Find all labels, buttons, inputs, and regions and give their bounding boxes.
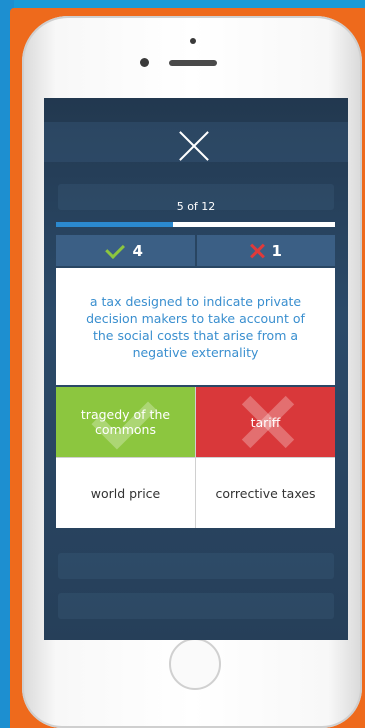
check-icon bbox=[104, 239, 125, 259]
wrong-count: 1 bbox=[271, 241, 282, 260]
x-icon bbox=[250, 244, 264, 258]
front-camera bbox=[140, 58, 149, 67]
answer-option-3[interactable]: world price bbox=[56, 458, 195, 528]
correct-count: 4 bbox=[132, 241, 143, 260]
progress-label: 5 of 12 bbox=[176, 200, 216, 213]
answer-label: world price bbox=[90, 485, 161, 501]
close-icon[interactable] bbox=[178, 130, 210, 162]
answer-option-1[interactable]: tragedy of the commons bbox=[56, 387, 195, 457]
wrong-score: 1 bbox=[196, 235, 335, 266]
correct-score: 4 bbox=[56, 235, 195, 266]
answer-label: tariff bbox=[250, 414, 281, 430]
app-screen: 5 of 12 4 1 a tax designed to indicate p… bbox=[44, 98, 348, 640]
answer-label: tragedy of the commons bbox=[80, 407, 171, 437]
sensor-dot bbox=[190, 38, 196, 44]
home-button[interactable] bbox=[169, 638, 221, 690]
answer-label: corrective taxes bbox=[215, 485, 316, 501]
question-card: a tax designed to indicate private decis… bbox=[56, 268, 335, 385]
progress-fill bbox=[56, 222, 174, 227]
question-text: a tax designed to indicate private decis… bbox=[86, 293, 305, 360]
answer-option-2[interactable]: tariff bbox=[196, 387, 335, 457]
earpiece-speaker bbox=[169, 60, 217, 66]
score-row: 4 1 bbox=[56, 235, 335, 266]
progress-bar bbox=[56, 222, 335, 227]
blurred-row bbox=[58, 593, 334, 619]
answer-grid: tragedy of the commons tariff world pric… bbox=[56, 387, 335, 528]
blurred-row bbox=[58, 553, 334, 579]
answer-option-4[interactable]: corrective taxes bbox=[196, 458, 335, 528]
